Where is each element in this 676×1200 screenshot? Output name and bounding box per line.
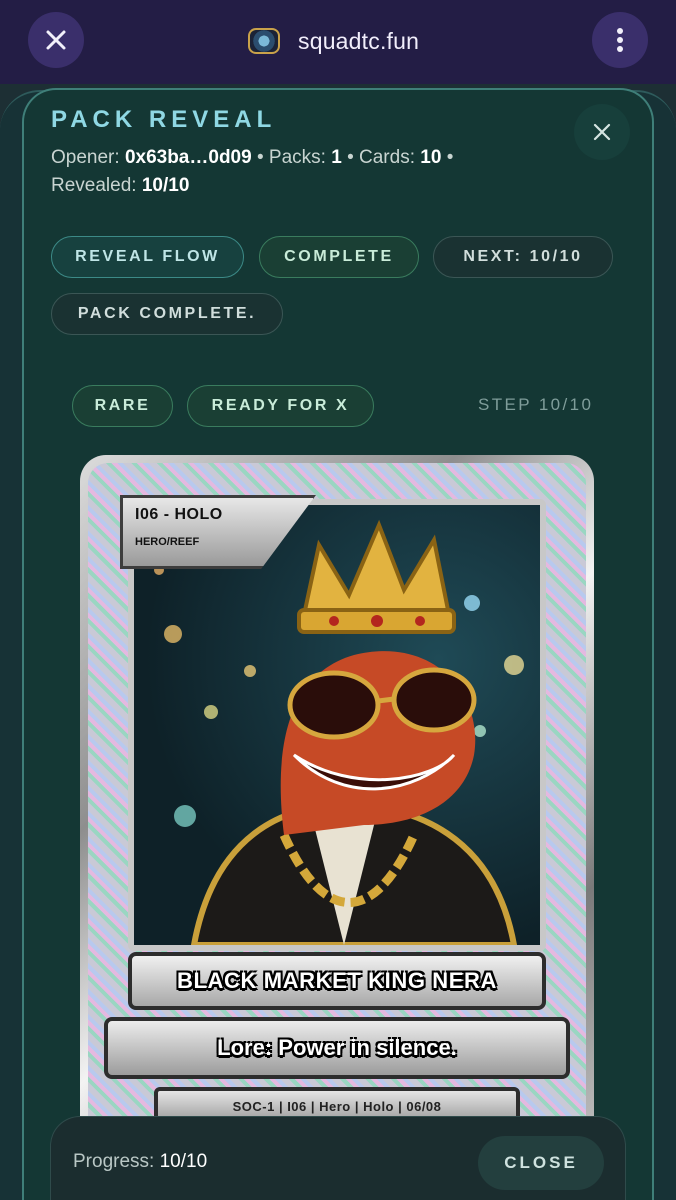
opener-value: 0x63ba…0d09 xyxy=(124,147,252,168)
rarity-badge: RARE xyxy=(72,385,173,427)
card-name: BLACK MARKET KING NERA xyxy=(177,968,497,993)
progress-value: 10/10 xyxy=(159,1151,208,1172)
site-name: squadtc.fun xyxy=(298,27,420,54)
site-logo xyxy=(248,28,280,54)
tag-next: NEXT: 10/10 xyxy=(433,236,613,278)
packs-label: Packs: xyxy=(268,147,326,168)
meta-separator: • xyxy=(347,147,354,168)
pack-meta: Opener: 0x63ba…0d09 • Packs: 1 • Cards: … xyxy=(51,144,521,200)
opener-label: Opener: xyxy=(51,147,120,168)
trading-card[interactable]: I06 - HOLO HERO/REEF BLACK MARKET KING N… xyxy=(80,455,594,1200)
close-icon xyxy=(46,30,66,50)
panel-title: PACK REVEAL xyxy=(51,106,277,133)
card-lore-plate: Lore: Power in silence. xyxy=(104,1017,570,1079)
packs-value: 1 xyxy=(331,147,342,168)
card-lore: Lore: Power in silence. xyxy=(217,1035,457,1060)
cards-label: Cards: xyxy=(359,147,415,168)
card-name-plate: BLACK MARKET KING NERA xyxy=(128,952,546,1010)
meta-separator: • xyxy=(256,147,264,168)
card-id-rarity: I06 - HOLO xyxy=(135,506,223,523)
progress-status: Progress: 10/10 xyxy=(73,1151,207,1173)
card-footer: SOC-1 | I06 | Hero | Holo | 06/08 xyxy=(232,1099,442,1114)
browser-close-button[interactable] xyxy=(28,12,84,68)
close-button[interactable]: CLOSE xyxy=(478,1136,604,1190)
site-identity: squadtc.fun xyxy=(248,25,419,57)
progress-label: Progress: xyxy=(73,1151,155,1172)
tag-pack-complete: PACK COMPLETE. xyxy=(51,293,283,335)
close-icon xyxy=(593,123,611,141)
revealed-value: 10/10 xyxy=(141,175,190,196)
meta-separator: • xyxy=(446,147,454,168)
cards-value: 10 xyxy=(420,147,442,168)
card-type: HERO/REEF xyxy=(135,536,200,548)
king-character-illustration xyxy=(190,519,518,945)
revealed-label: Revealed: xyxy=(51,175,137,196)
browser-menu-button[interactable] xyxy=(592,12,648,68)
share-status-badge: READY FOR X xyxy=(187,385,374,427)
tag-complete: COMPLETE xyxy=(259,236,419,278)
panel-close-button[interactable] xyxy=(574,104,630,160)
step-indicator: STEP 10/10 xyxy=(478,395,594,414)
tag-reveal-flow: REVEAL FLOW xyxy=(51,236,244,278)
more-vertical-icon xyxy=(617,28,623,52)
